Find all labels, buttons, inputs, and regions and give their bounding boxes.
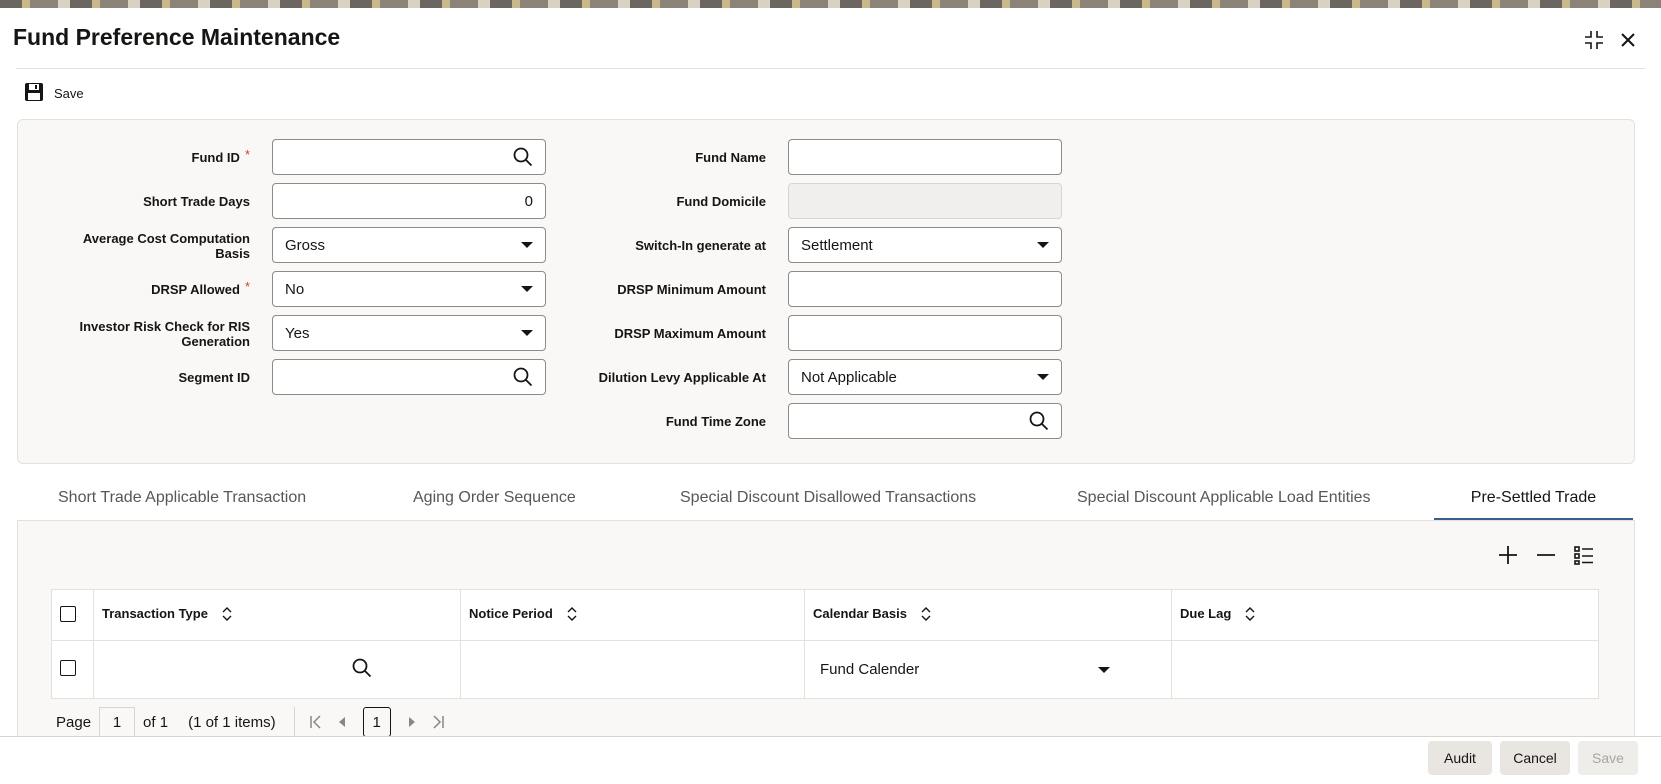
pagination: Page 1 of 1 (1 of 1 items) 1 xyxy=(56,707,451,737)
prev-page-icon[interactable] xyxy=(329,707,355,737)
toolbar-save-label: Save xyxy=(54,86,84,101)
search-icon[interactable] xyxy=(513,147,533,167)
footer-save-button[interactable]: Save xyxy=(1578,741,1638,775)
current-page-button[interactable]: 1 xyxy=(362,707,391,737)
select-all-cell xyxy=(51,589,94,641)
switch-in-generate-label: Switch-In generate at xyxy=(635,238,766,253)
fund-id-input[interactable] xyxy=(272,139,546,175)
investor-risk-check-select[interactable]: Yes xyxy=(272,315,546,351)
drsp-allowed-label: DRSP Allowed * xyxy=(151,279,250,297)
notice-period-cell[interactable] xyxy=(460,640,805,699)
chevron-down-icon xyxy=(521,330,533,336)
dilution-levy-label: Dilution Levy Applicable At xyxy=(598,370,766,385)
drsp-allowed-value: No xyxy=(285,280,305,298)
remove-row-icon[interactable] xyxy=(1534,543,1558,567)
switch-in-generate-value: Settlement xyxy=(801,236,873,254)
next-page-icon[interactable] xyxy=(399,707,425,737)
sort-icon[interactable] xyxy=(921,606,931,624)
footer-bar: Audit Cancel Save xyxy=(0,736,1661,784)
first-page-icon[interactable] xyxy=(303,707,329,737)
drsp-max-amount-label: DRSP Maximum Amount xyxy=(614,326,766,341)
list-view-icon[interactable] xyxy=(1572,543,1596,567)
cancel-button[interactable]: Cancel xyxy=(1500,741,1570,775)
top-decorative-strip xyxy=(0,0,1661,8)
pre-settled-trade-table: Transaction Type Notice Period Calendar … xyxy=(51,589,1599,699)
segment-id-label: Segment ID xyxy=(178,370,250,385)
page-number-input[interactable]: 1 xyxy=(99,707,136,737)
tab-special-discount-applicable-load-entities[interactable]: Special Discount Applicable Load Entitie… xyxy=(1077,478,1371,518)
calendar-basis-value: Fund Calender xyxy=(820,661,920,678)
items-count-label: (1 of 1 items) xyxy=(188,713,276,731)
close-icon[interactable] xyxy=(1614,26,1642,54)
required-marker: * xyxy=(244,279,250,294)
search-icon[interactable] xyxy=(513,367,533,387)
investor-risk-check-value: Yes xyxy=(285,324,310,342)
table-header-row: Transaction Type Notice Period Calendar … xyxy=(51,589,1599,641)
page-of-label: of 1 xyxy=(143,713,169,731)
tab-bar: Short Trade Applicable Transaction Aging… xyxy=(17,478,1633,521)
chevron-down-icon xyxy=(1098,666,1110,673)
row-checkbox[interactable] xyxy=(60,659,76,676)
row-select-cell xyxy=(51,640,94,699)
dilution-levy-select[interactable]: Not Applicable xyxy=(788,359,1062,395)
calendar-basis-cell[interactable]: Fund Calender xyxy=(804,640,1172,699)
short-trade-days-label: Short Trade Days xyxy=(143,194,250,209)
switch-in-generate-select[interactable]: Settlement xyxy=(788,227,1062,263)
chevron-down-icon xyxy=(1037,242,1049,248)
short-trade-days-value: 0 xyxy=(524,192,533,210)
due-lag-cell[interactable] xyxy=(1171,640,1599,699)
search-icon[interactable] xyxy=(1029,411,1049,431)
fund-time-zone-input[interactable] xyxy=(788,403,1062,439)
chevron-down-icon xyxy=(521,242,533,248)
segment-id-input[interactable] xyxy=(272,359,546,395)
avg-cost-basis-label: Average Cost Computation Basis xyxy=(82,231,250,261)
page-title: Fund Preference Maintenance xyxy=(13,24,341,50)
sort-icon[interactable] xyxy=(1245,606,1255,624)
search-icon[interactable] xyxy=(352,658,372,682)
tab-special-discount-disallowed-transactions[interactable]: Special Discount Disallowed Transactions xyxy=(680,478,976,518)
table-row: Fund Calender xyxy=(51,640,1599,699)
toolbar-save-button[interactable]: Save xyxy=(24,82,84,105)
drsp-min-amount-input[interactable] xyxy=(788,271,1062,307)
fund-domicile-label: Fund Domicile xyxy=(676,194,766,209)
fund-name-label: Fund Name xyxy=(695,150,766,165)
grid-toolbar xyxy=(1496,543,1596,567)
drsp-allowed-select[interactable]: No xyxy=(272,271,546,307)
pager-divider xyxy=(293,707,295,737)
tab-short-trade-applicable-transaction[interactable]: Short Trade Applicable Transaction xyxy=(58,478,306,518)
fund-domicile-input xyxy=(788,183,1062,219)
avg-cost-basis-value: Gross xyxy=(285,236,326,254)
save-icon xyxy=(24,82,44,105)
dilution-levy-value: Not Applicable xyxy=(801,368,897,386)
drsp-min-amount-label: DRSP Minimum Amount xyxy=(617,282,766,297)
audit-button[interactable]: Audit xyxy=(1428,741,1492,775)
col-transaction-type[interactable]: Transaction Type xyxy=(93,589,461,641)
short-trade-days-input[interactable]: 0 xyxy=(272,183,546,219)
chevron-down-icon xyxy=(521,286,533,292)
col-calendar-basis[interactable]: Calendar Basis xyxy=(804,589,1172,641)
title-divider xyxy=(16,68,1645,69)
required-marker: * xyxy=(244,147,250,162)
avg-cost-basis-select[interactable]: Gross xyxy=(272,227,546,263)
col-due-lag[interactable]: Due Lag xyxy=(1171,589,1599,641)
title-bar: Fund Preference Maintenance xyxy=(0,8,1661,68)
transaction-type-cell[interactable] xyxy=(93,640,461,699)
add-row-icon[interactable] xyxy=(1496,543,1520,567)
chevron-down-icon xyxy=(1037,374,1049,380)
sort-icon[interactable] xyxy=(567,606,577,624)
fund-name-input[interactable] xyxy=(788,139,1062,175)
drsp-max-amount-input[interactable] xyxy=(788,315,1062,351)
tab-aging-order-sequence[interactable]: Aging Order Sequence xyxy=(413,478,576,518)
page-label: Page xyxy=(56,713,92,731)
tab-pre-settled-trade[interactable]: Pre-Settled Trade xyxy=(1434,478,1633,521)
col-notice-period[interactable]: Notice Period xyxy=(460,589,805,641)
select-all-checkbox[interactable] xyxy=(60,605,76,622)
investor-risk-check-label: Investor Risk Check for RIS Generation xyxy=(79,319,251,349)
fund-id-label: Fund ID * xyxy=(191,147,250,165)
maximize-icon[interactable] xyxy=(1580,26,1608,54)
sort-icon[interactable] xyxy=(222,606,232,624)
last-page-icon[interactable] xyxy=(425,707,451,737)
fund-time-zone-label: Fund Time Zone xyxy=(665,414,766,429)
